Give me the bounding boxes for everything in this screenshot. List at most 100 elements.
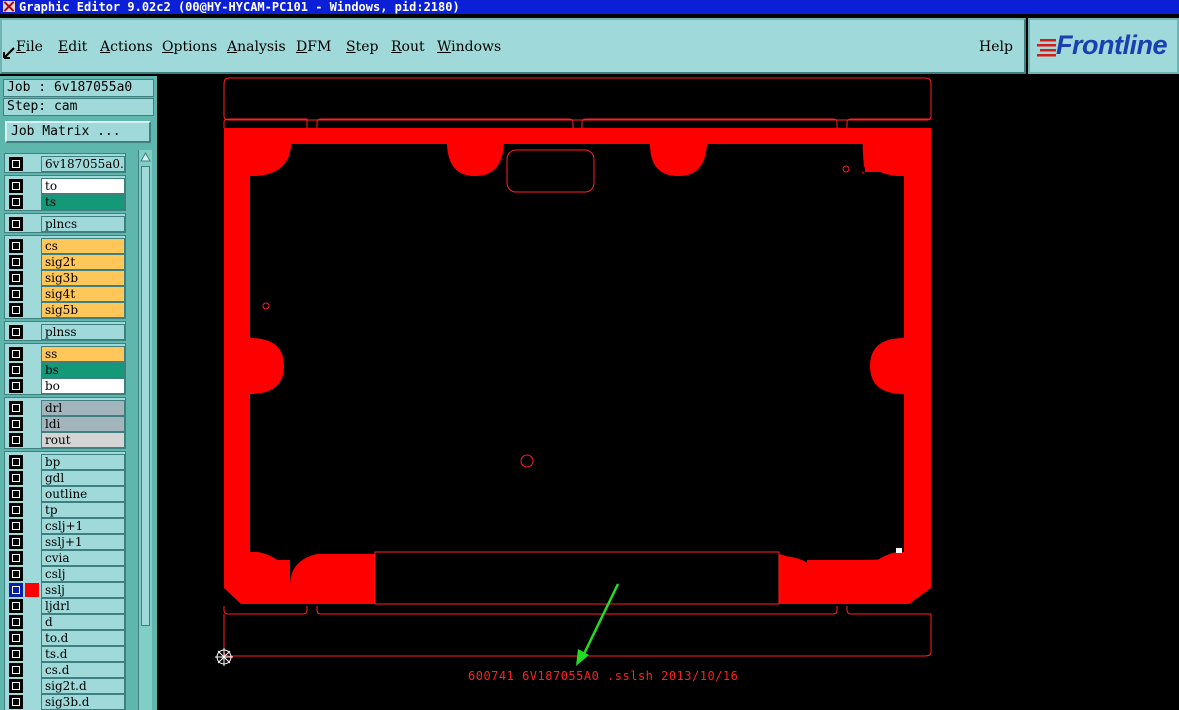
layer-display-checkbox[interactable] <box>9 271 23 285</box>
layer-name[interactable]: cvia <box>41 550 125 566</box>
layer-name[interactable]: tp <box>41 502 125 518</box>
layer-display-checkbox[interactable] <box>9 599 23 613</box>
layer-row[interactable]: to.d <box>7 630 125 646</box>
layer-row[interactable]: d <box>7 614 125 630</box>
layer-affected-indicator[interactable] <box>25 303 39 317</box>
layer-affected-indicator[interactable] <box>25 679 39 693</box>
layer-affected-indicator[interactable] <box>25 401 39 415</box>
layer-row[interactable]: cslj+1 <box>7 518 125 534</box>
layer-display-checkbox[interactable] <box>9 631 23 645</box>
layer-affected-indicator[interactable] <box>25 535 39 549</box>
layer-row[interactable]: bs <box>7 362 125 378</box>
layer-affected-indicator[interactable] <box>25 217 39 231</box>
layer-display-checkbox[interactable] <box>9 179 23 193</box>
layer-name[interactable]: sig3b <box>41 270 125 286</box>
menu-step[interactable]: Step <box>346 39 378 55</box>
layer-display-checkbox[interactable] <box>9 455 23 469</box>
layer-display-checkbox[interactable] <box>9 401 23 415</box>
layer-name[interactable]: ljdrl <box>41 598 125 614</box>
layer-row[interactable]: tp <box>7 502 125 518</box>
layer-affected-indicator[interactable] <box>25 271 39 285</box>
layer-display-checkbox[interactable] <box>9 551 23 565</box>
layer-display-checkbox[interactable] <box>9 583 23 597</box>
layer-affected-indicator[interactable] <box>25 195 39 209</box>
layer-row[interactable]: 6v187055a0.s <box>7 156 125 172</box>
layer-display-checkbox[interactable] <box>9 417 23 431</box>
layer-row[interactable]: bp <box>7 454 125 470</box>
layer-affected-indicator[interactable] <box>25 583 39 597</box>
layer-display-checkbox[interactable] <box>9 157 23 171</box>
layer-affected-indicator[interactable] <box>25 599 39 613</box>
layer-affected-indicator[interactable] <box>25 455 39 469</box>
layer-name[interactable]: ts.d <box>41 646 125 662</box>
layer-display-checkbox[interactable] <box>9 503 23 517</box>
layer-row[interactable]: cvia <box>7 550 125 566</box>
layer-name[interactable]: plnss <box>41 324 125 340</box>
layer-name[interactable]: sslj <box>41 582 125 598</box>
layer-name[interactable]: ldi <box>41 416 125 432</box>
scroll-thumb[interactable] <box>141 166 150 626</box>
layer-row[interactable]: ts <box>7 194 125 210</box>
layer-name[interactable]: ts <box>41 194 125 210</box>
layer-name[interactable]: cs.d <box>41 662 125 678</box>
layer-name[interactable]: to.d <box>41 630 125 646</box>
layer-display-checkbox[interactable] <box>9 255 23 269</box>
layer-display-checkbox[interactable] <box>9 647 23 661</box>
layer-affected-indicator[interactable] <box>25 519 39 533</box>
graphic-canvas[interactable]: 600741 6V187055A0 .sslsh 2013/10/16 <box>157 76 1179 710</box>
layer-row[interactable]: cs <box>7 238 125 254</box>
layer-name[interactable]: sig4t <box>41 286 125 302</box>
layer-row[interactable]: plnss <box>7 324 125 340</box>
layer-affected-indicator[interactable] <box>25 647 39 661</box>
menu-help[interactable]: Help <box>979 39 1013 55</box>
layer-name[interactable]: bo <box>41 378 125 394</box>
layer-affected-indicator[interactable] <box>25 471 39 485</box>
layer-name[interactable]: bs <box>41 362 125 378</box>
layer-row[interactable]: ljdrl <box>7 598 125 614</box>
layer-affected-indicator[interactable] <box>25 567 39 581</box>
layer-name[interactable]: sig5b <box>41 302 125 318</box>
layer-affected-indicator[interactable] <box>25 663 39 677</box>
layer-row[interactable]: cs.d <box>7 662 125 678</box>
layer-affected-indicator[interactable] <box>25 347 39 361</box>
layer-display-checkbox[interactable] <box>9 195 23 209</box>
layer-display-checkbox[interactable] <box>9 379 23 393</box>
layer-affected-indicator[interactable] <box>25 487 39 501</box>
layer-name[interactable]: d <box>41 614 125 630</box>
layer-affected-indicator[interactable] <box>25 433 39 447</box>
layer-display-checkbox[interactable] <box>9 363 23 377</box>
layer-display-checkbox[interactable] <box>9 695 23 709</box>
layer-name[interactable]: sig2t <box>41 254 125 270</box>
layer-display-checkbox[interactable] <box>9 471 23 485</box>
layer-display-checkbox[interactable] <box>9 615 23 629</box>
layer-affected-indicator[interactable] <box>25 551 39 565</box>
layer-affected-indicator[interactable] <box>25 287 39 301</box>
layer-name[interactable]: cslj <box>41 566 125 582</box>
layer-name[interactable]: rout <box>41 432 125 448</box>
layer-row[interactable]: rout <box>7 432 125 448</box>
menu-actions[interactable]: Actions <box>100 39 153 55</box>
layer-affected-indicator[interactable] <box>25 325 39 339</box>
layer-display-checkbox[interactable] <box>9 287 23 301</box>
layer-row[interactable]: sig3b <box>7 270 125 286</box>
layer-name[interactable]: plncs <box>41 216 125 232</box>
layer-affected-indicator[interactable] <box>25 255 39 269</box>
layer-display-checkbox[interactable] <box>9 487 23 501</box>
menu-edit[interactable]: Edit <box>58 39 87 55</box>
layer-display-checkbox[interactable] <box>9 519 23 533</box>
layer-affected-indicator[interactable] <box>25 379 39 393</box>
layer-row[interactable]: cslj <box>7 566 125 582</box>
layer-display-checkbox[interactable] <box>9 679 23 693</box>
layer-row[interactable]: drl <box>7 400 125 416</box>
layer-display-checkbox[interactable] <box>9 663 23 677</box>
layer-name[interactable]: drl <box>41 400 125 416</box>
layer-row[interactable]: sig2t <box>7 254 125 270</box>
job-matrix-button[interactable]: Job Matrix ... <box>5 121 151 143</box>
layer-display-checkbox[interactable] <box>9 535 23 549</box>
layer-name[interactable]: gdl <box>41 470 125 486</box>
layer-list-scrollbar[interactable] <box>138 150 152 710</box>
layer-affected-indicator[interactable] <box>25 615 39 629</box>
layer-row[interactable]: to <box>7 178 125 194</box>
menu-rout[interactable]: Rout <box>391 39 425 55</box>
layer-affected-indicator[interactable] <box>25 157 39 171</box>
